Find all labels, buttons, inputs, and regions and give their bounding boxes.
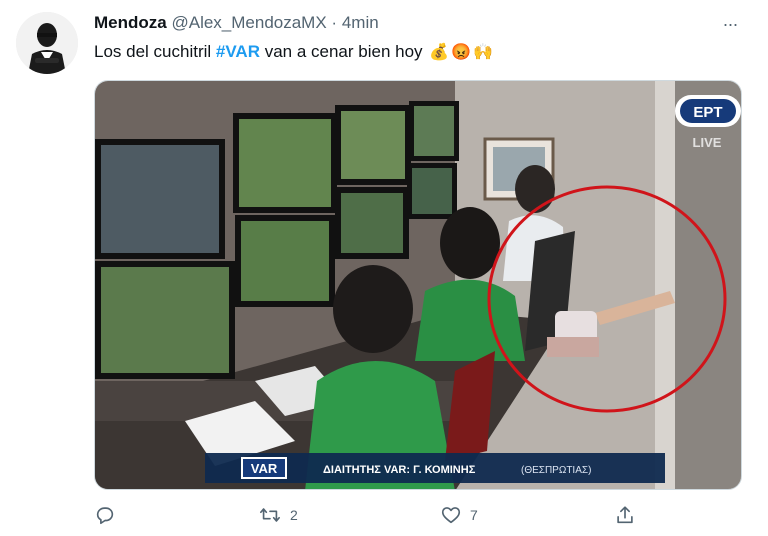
share-button[interactable] — [614, 500, 636, 530]
more-icon: ··· — [722, 14, 739, 34]
tweet-text-before: Los del cuchitril — [94, 42, 216, 61]
live-label: LIVE — [693, 135, 722, 150]
avatar[interactable] — [16, 12, 78, 74]
tweet-media-image[interactable]: ΕΡΤ LIVE VAR ΔΙΑΙΤΗΤΗΣ VAR: Γ. ΚΟΜΙΝΗΣ (… — [94, 80, 742, 490]
tweet-actions: 2 7 — [94, 500, 654, 534]
retweet-count: 2 — [290, 507, 298, 523]
reply-icon — [96, 507, 114, 525]
broadcaster-logo: ΕΡΤ — [693, 104, 722, 121]
retweet-icon — [260, 508, 280, 522]
tweet-text: Los del cuchitril #VAR van a cenar bien … — [94, 42, 493, 62]
retweet-button[interactable]: 2 — [258, 500, 298, 530]
reply-button[interactable] — [94, 500, 116, 530]
like-count: 7 — [470, 507, 478, 523]
more-options-button[interactable]: ··· — [718, 12, 742, 36]
tweet-timestamp[interactable]: 4min — [342, 13, 379, 32]
var-room-photo: ΕΡΤ LIVE VAR ΔΙΑΙΤΗΤΗΣ VAR: Γ. ΚΟΜΙΝΗΣ (… — [95, 81, 741, 489]
raised-hands-emoji: 🙌 — [473, 44, 494, 61]
like-button[interactable]: 7 — [440, 500, 478, 530]
tweet[interactable]: Mendoza @Alex_MendozaMX · 4min ··· Los d… — [0, 0, 768, 536]
money-bag-emoji: 💰 — [429, 44, 450, 61]
caption-region: (ΘΕΣΠΡΩΤΙΑΣ) — [521, 465, 591, 476]
separator-dot: · — [331, 13, 338, 32]
author-name[interactable]: Mendoza — [94, 13, 167, 32]
var-badge: VAR — [251, 461, 278, 476]
avatar-image — [16, 12, 78, 74]
heart-icon — [441, 507, 461, 524]
author-handle[interactable]: @Alex_MendozaMX — [171, 13, 326, 32]
tweet-text-after: van a cenar bien hoy — [259, 42, 423, 61]
share-icon — [617, 506, 633, 524]
tweet-header: Mendoza @Alex_MendozaMX · 4min — [94, 13, 379, 33]
caption-referee: ΔΙΑΙΤΗΤΗΣ VAR: Γ. ΚΟΜΙΝΗΣ — [323, 464, 476, 476]
hashtag-link[interactable]: #VAR — [216, 42, 260, 61]
angry-face-emoji: 😡 — [451, 44, 472, 61]
